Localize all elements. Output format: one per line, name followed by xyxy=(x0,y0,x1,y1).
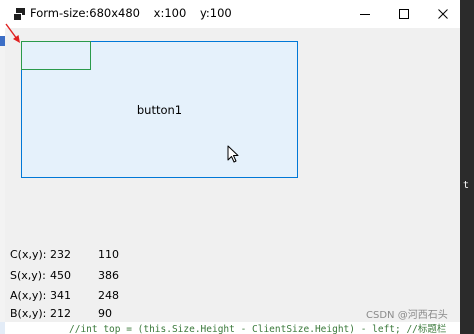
readout-label: C(x,y): xyxy=(10,248,47,261)
ide-code-line: //int top = (this.Size.Height - ClientSi… xyxy=(5,322,460,334)
form-window: Form-size:680x480 x:100 y:100 button1 C(… xyxy=(5,0,460,322)
readout-x: 232 xyxy=(50,248,71,261)
readout-y: 386 xyxy=(98,269,119,282)
minimize-button[interactable] xyxy=(347,0,383,28)
close-button[interactable] xyxy=(425,0,461,28)
mouse-pointer-icon xyxy=(227,145,239,163)
ide-right-panel: t xyxy=(460,0,474,334)
readout-y: 248 xyxy=(98,289,119,302)
red-arrow-icon xyxy=(5,23,20,43)
readout-x: 212 xyxy=(50,307,71,320)
close-icon xyxy=(438,9,448,19)
readout-x: 450 xyxy=(50,269,71,282)
readout-y: 110 xyxy=(98,248,119,261)
title-y: y:100 xyxy=(199,6,232,20)
readout-label: A(x,y): xyxy=(10,289,47,302)
minimize-icon xyxy=(360,14,370,15)
ide-code-text: //int top = (this.Size.Height - ClientSi… xyxy=(69,324,447,334)
readout-x: 341 xyxy=(50,289,71,302)
readout-label: S(x,y): xyxy=(10,269,46,282)
ide-right-glyph: t xyxy=(463,180,470,191)
client-area: button1 C(x,y): 232 110 S(x,y): 450 386 … xyxy=(5,28,460,322)
watermark: CSDN @河西石头 xyxy=(366,310,448,321)
title-form-size: Form-size:680x480 xyxy=(30,6,140,20)
title-x: x:100 xyxy=(153,6,187,20)
readout-y: 90 xyxy=(98,307,112,320)
title-bar[interactable]: Form-size:680x480 x:100 y:100 xyxy=(5,0,460,28)
maximize-button[interactable] xyxy=(386,0,422,28)
readout-label: B(x,y): xyxy=(10,307,47,320)
window-title: Form-size:680x480 x:100 y:100 xyxy=(30,6,242,20)
maximize-icon xyxy=(399,9,409,19)
highlight-rectangle xyxy=(21,41,91,70)
